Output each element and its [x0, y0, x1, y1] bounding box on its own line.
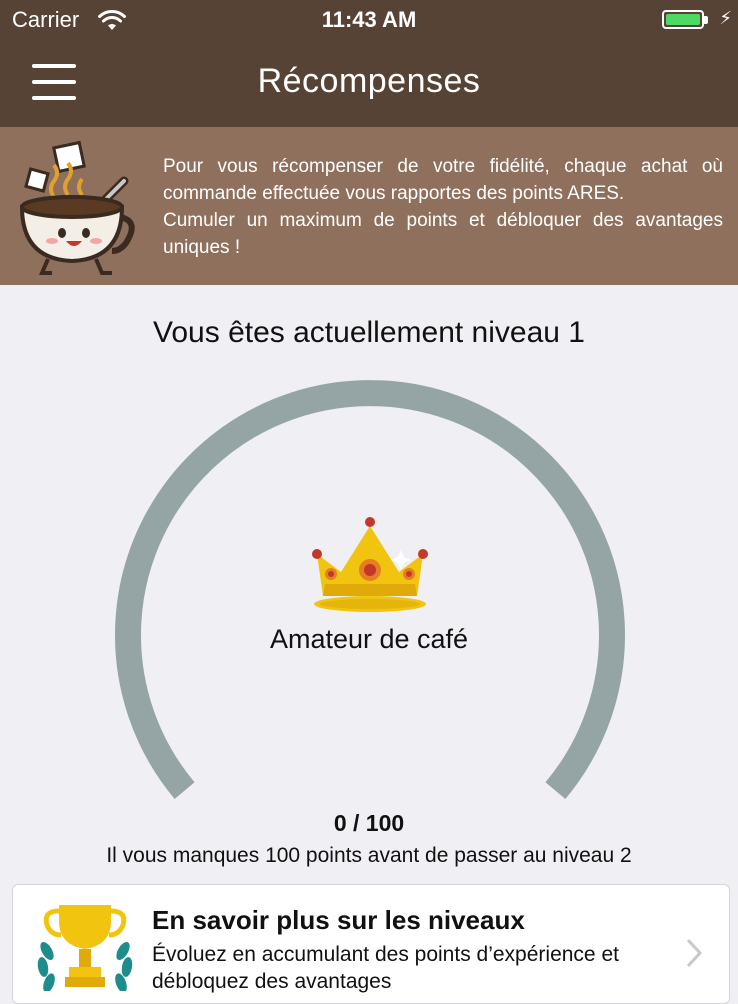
chevron-right-icon	[686, 938, 703, 968]
points-remaining-text: Il vous manques 100 points avant de pass…	[106, 844, 632, 867]
points-counter: 0 / 100	[333, 810, 405, 836]
page-title: Récompenses	[257, 62, 481, 100]
status-time: 11:43 AM	[321, 7, 417, 32]
level-name: Amateur de café	[269, 624, 469, 654]
battery-icon	[662, 10, 704, 29]
intro-paragraph-1: Pour vous récompenser de votre fidélité,…	[163, 156, 723, 204]
intro-text: Pour vous récompenser de votre fidélité,…	[163, 153, 723, 261]
card-description: Évoluez en accumulant des points d’expér…	[152, 943, 619, 993]
intro-paragraph-2: Cumuler un maximum de points et débloque…	[163, 210, 723, 258]
card-title: En savoir plus sur les niveaux	[152, 905, 525, 935]
navigation-bar: Récompenses	[0, 40, 738, 127]
levels-info-card[interactable]: En savoir plus sur les niveaux Évoluez e…	[12, 884, 730, 1004]
crown-icon	[312, 517, 428, 612]
coffee-cup-mascot-icon	[19, 140, 135, 275]
level-heading: Vous êtes actuellement niveau 1	[153, 316, 585, 349]
battery-cap	[704, 16, 708, 24]
trophy-laurel-icon	[37, 905, 133, 991]
status-bar: Carrier 11:43 AM ⚡	[0, 0, 738, 40]
charging-bolt-icon: ⚡	[719, 8, 732, 28]
intro-banner: Pour vous récompenser de votre fidélité,…	[0, 127, 738, 285]
